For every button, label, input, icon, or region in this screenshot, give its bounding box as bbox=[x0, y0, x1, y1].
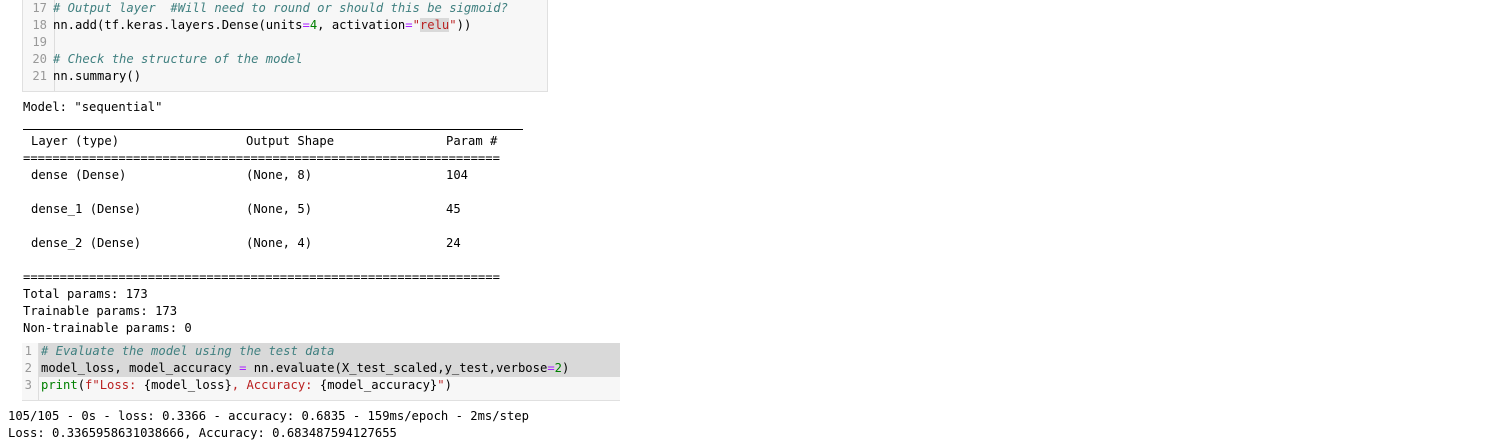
code-line[interactable]: 18 nn.add(tf.keras.layers.Dense(units=4, … bbox=[23, 17, 471, 34]
summary-cell-params: 104 bbox=[446, 168, 469, 182]
line-number: 18 bbox=[32, 18, 47, 32]
code-token: print bbox=[41, 378, 78, 392]
line-number: 20 bbox=[32, 52, 47, 66]
summary-cell-shape: (None, 5) bbox=[246, 202, 313, 216]
evaluate-progress-output: 105/105 - 0s - loss: 0.3366 - accuracy: … bbox=[8, 409, 529, 423]
code-line[interactable]: 19 bbox=[23, 34, 53, 51]
code-line[interactable]: 20 # Check the structure of the model bbox=[23, 51, 302, 68]
code-token: ( bbox=[77, 378, 86, 392]
code-token: # Check the structure of the model bbox=[53, 52, 303, 66]
code-token: ) bbox=[562, 361, 570, 375]
header-layer-type: Layer (type) bbox=[31, 134, 120, 148]
summary-cell-params: 45 bbox=[446, 202, 461, 216]
line-number: 21 bbox=[32, 69, 47, 83]
code-token: " bbox=[449, 18, 457, 32]
total-params: Total params: 173 bbox=[23, 287, 148, 301]
code-token: nn.add(tf.keras.layers.Dense(units bbox=[53, 18, 303, 32]
code-cell-evaluate[interactable]: 1 # Evaluate the model using the test dat… bbox=[22, 343, 620, 401]
code-token: f"Loss: bbox=[85, 378, 144, 392]
code-token: = bbox=[547, 361, 555, 375]
code-line[interactable]: 2 model_loss, model_accuracy = nn.evaluat… bbox=[22, 360, 570, 377]
trainable-params: Trainable params: 173 bbox=[23, 304, 178, 318]
code-token: " bbox=[412, 18, 420, 32]
line-number: 17 bbox=[32, 1, 47, 15]
code-token: " bbox=[437, 378, 445, 392]
summary-bottom-divider: ========================================… bbox=[23, 270, 500, 284]
summary-cell-params: 24 bbox=[446, 236, 461, 250]
code-line[interactable]: 3 print(f"Loss: {model_loss}, Accuracy: {… bbox=[22, 377, 452, 394]
non-trainable-params: Non-trainable params: 0 bbox=[23, 321, 192, 335]
code-token: ) bbox=[444, 378, 452, 392]
summary-cell-shape: (None, 4) bbox=[246, 236, 313, 250]
code-token: model_loss, model_accuracy bbox=[41, 361, 240, 375]
line-number: 2 bbox=[24, 361, 32, 375]
code-token: {model_loss} bbox=[143, 378, 232, 392]
model-title: Model: "sequential" bbox=[23, 100, 163, 114]
line-number: 19 bbox=[32, 35, 47, 49]
code-token: = bbox=[302, 18, 310, 32]
code-cell-model-definition[interactable]: 17 # Output layer #Will need to round or … bbox=[22, 0, 548, 92]
code-token: , Accuracy: bbox=[231, 378, 320, 392]
evaluate-result-output: Loss: 0.3365958631038666, Accuracy: 0.68… bbox=[8, 426, 397, 440]
code-token: nn.summary() bbox=[53, 69, 142, 83]
summary-cell-layer: dense (Dense) bbox=[31, 168, 127, 182]
line-number: 1 bbox=[24, 344, 32, 358]
summary-header-divider: ========================================… bbox=[23, 151, 500, 165]
code-line[interactable]: 17 # Output layer #Will need to round or … bbox=[23, 0, 508, 17]
code-token: )) bbox=[456, 18, 472, 32]
header-param-count: Param # bbox=[446, 134, 498, 148]
code-token: {model_accuracy} bbox=[319, 378, 438, 392]
code-token: relu bbox=[419, 18, 450, 32]
code-token: # Output layer #Will need to round or sh… bbox=[53, 1, 508, 15]
code-line[interactable]: 1 # Evaluate the model using the test dat… bbox=[22, 343, 335, 360]
code-token: 2 bbox=[554, 361, 562, 375]
code-token: # Evaluate the model using the test data bbox=[41, 344, 335, 358]
code-token: , activation bbox=[317, 18, 406, 32]
summary-cell-layer: dense_1 (Dense) bbox=[31, 202, 142, 216]
summary-cell-shape: (None, 8) bbox=[246, 168, 313, 182]
line-number: 3 bbox=[24, 378, 32, 392]
code-token: = bbox=[405, 18, 413, 32]
code-line[interactable]: 21 nn.summary() bbox=[23, 68, 141, 85]
summary-cell-layer: dense_2 (Dense) bbox=[31, 236, 142, 250]
code-token: nn.evaluate(X_test_scaled,y_test,verbose bbox=[246, 361, 548, 375]
header-output-shape: Output Shape bbox=[246, 134, 335, 148]
summary-top-rule bbox=[23, 129, 523, 130]
